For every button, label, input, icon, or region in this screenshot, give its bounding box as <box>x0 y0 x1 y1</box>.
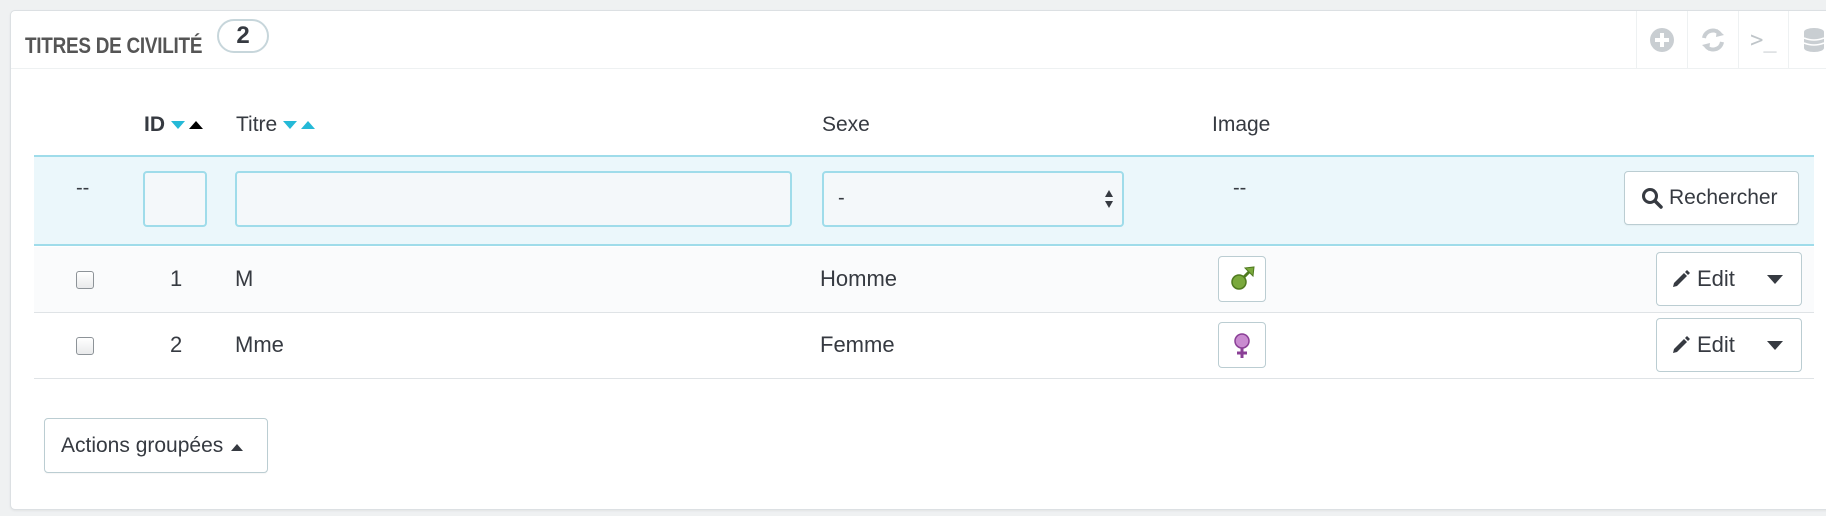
export-button[interactable] <box>1788 11 1826 69</box>
sort-asc-icon[interactable] <box>189 121 203 130</box>
search-button-label: Rechercher <box>1669 186 1778 209</box>
row-id: 2 <box>170 332 183 357</box>
filter-sexe-select[interactable]: - <box>822 171 1124 227</box>
edit-button[interactable]: Edit <box>1656 318 1802 372</box>
filter-id-input[interactable] <box>143 171 207 227</box>
sort-asc-icon[interactable] <box>301 121 316 130</box>
table-row[interactable]: 2 Mme Femme Edit <box>34 313 1814 379</box>
female-symbol-icon <box>1234 333 1250 358</box>
pencil-icon <box>1673 336 1690 353</box>
row-titre: Mme <box>235 332 284 357</box>
table-row[interactable]: 1 M Homme Edit <box>34 247 1814 313</box>
filter-row: -- - -- Rechercher <box>34 155 1814 246</box>
row-image <box>1218 256 1266 302</box>
select-arrows-icon <box>1105 190 1113 208</box>
filter-titre-input[interactable] <box>235 171 792 227</box>
pencil-icon <box>1673 270 1690 287</box>
chevron-down-icon[interactable] <box>1767 275 1783 284</box>
row-image <box>1218 322 1266 368</box>
chevron-down-icon[interactable] <box>1767 341 1783 350</box>
sort-desc-icon[interactable] <box>283 121 298 130</box>
column-header-titre-label: Titre <box>236 113 278 136</box>
bulk-actions-button[interactable]: Actions groupées <box>44 418 268 473</box>
add-button[interactable] <box>1636 11 1687 69</box>
edit-button-content: Edit <box>1671 266 1735 292</box>
row-sexe: Femme <box>820 332 895 357</box>
row-checkbox[interactable] <box>76 271 94 289</box>
edit-button-label: Edit <box>1697 266 1735 291</box>
search-icon <box>1642 188 1663 209</box>
caret-up-icon <box>231 444 244 451</box>
panel-toolbar: >_ <box>1636 11 1826 69</box>
table-header: ID Titre Sexe Image <box>0 95 1826 153</box>
row-id: 1 <box>170 266 183 291</box>
panel-title: TITRES DE CIVILITÉ <box>25 33 203 58</box>
sql-query-button[interactable]: >_ <box>1737 11 1789 69</box>
terminal-icon: >_ <box>1750 27 1777 53</box>
edit-button[interactable]: Edit <box>1656 252 1802 306</box>
edit-button-content: Edit <box>1671 332 1735 358</box>
filter-sexe-selected: - <box>838 187 845 209</box>
add-icon <box>1649 28 1674 52</box>
row-titre: M <box>235 266 254 291</box>
sort-desc-icon[interactable] <box>171 121 185 130</box>
refresh-icon <box>1701 28 1724 52</box>
filter-checkbox-placeholder: -- <box>76 177 90 199</box>
row-checkbox[interactable] <box>76 337 94 355</box>
edit-button-label: Edit <box>1697 332 1735 357</box>
panel-heading: TITRES DE CIVILITÉ 2 >_ <box>11 11 1826 69</box>
search-button[interactable]: Rechercher <box>1624 171 1799 225</box>
bulk-actions-label: Actions groupées <box>61 433 224 457</box>
database-icon <box>1803 28 1825 52</box>
column-header-id-label: ID <box>144 113 165 136</box>
filter-image-placeholder: -- <box>1233 177 1247 199</box>
count-badge: 2 <box>217 19 269 53</box>
refresh-button[interactable] <box>1686 11 1738 69</box>
row-sexe: Homme <box>820 266 898 291</box>
male-symbol-icon <box>1231 266 1255 290</box>
